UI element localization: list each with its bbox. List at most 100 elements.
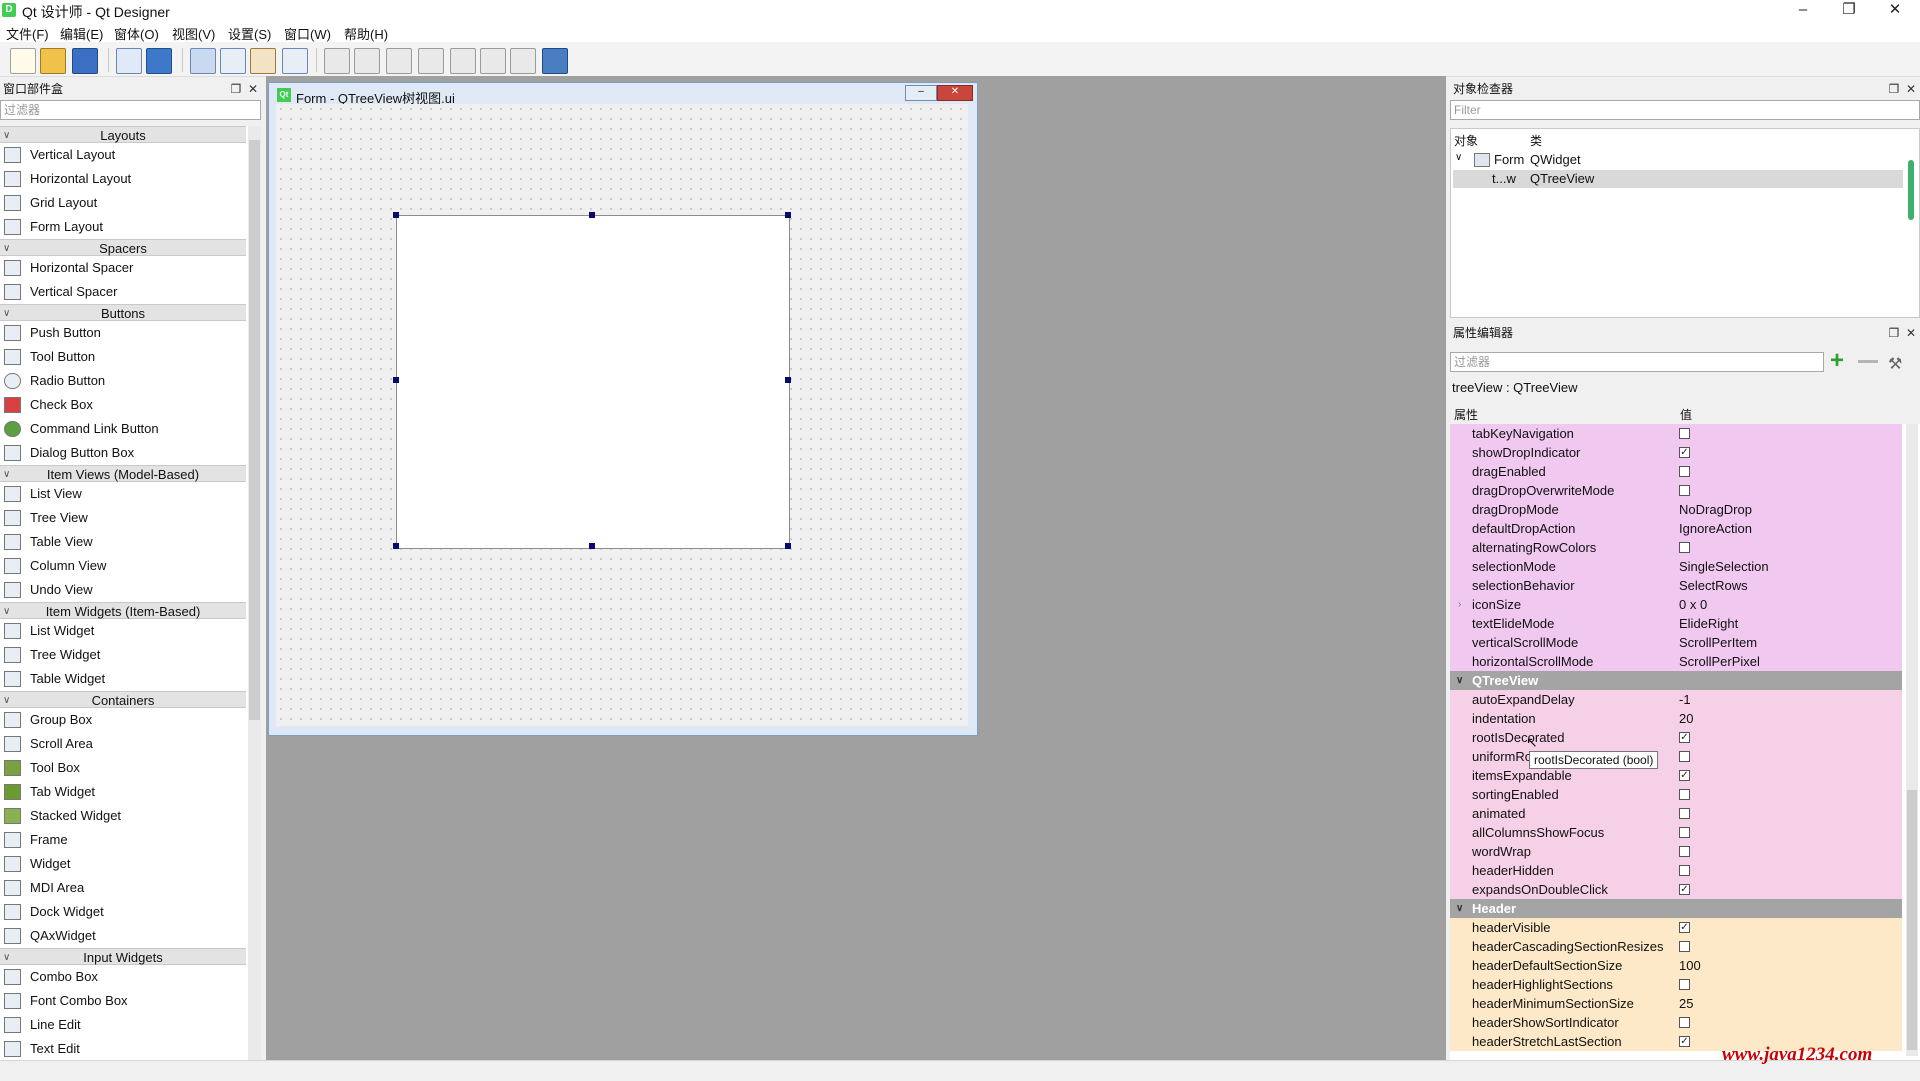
category-buttons[interactable]: ∨ Buttons	[0, 304, 246, 321]
object-row-name[interactable]: t...w	[1492, 171, 1516, 186]
widget-table-view[interactable]: Table View	[0, 530, 246, 554]
layout-vertical-icon[interactable]	[354, 48, 380, 74]
widget-vertical-spacer[interactable]: Vertical Spacer	[0, 280, 246, 304]
resize-handle[interactable]	[393, 377, 399, 383]
checkbox-unchecked[interactable]	[1679, 865, 1690, 876]
resize-handle[interactable]	[785, 543, 791, 549]
checkbox-checked[interactable]: ✓	[1679, 884, 1690, 895]
minimize-icon[interactable]: –	[1780, 0, 1826, 22]
object-row-name[interactable]: Form	[1494, 152, 1524, 167]
checkbox-unchecked[interactable]	[1679, 979, 1690, 990]
checkbox-unchecked[interactable]	[1679, 827, 1690, 838]
bring-to-front-icon[interactable]	[146, 48, 172, 74]
category-containers[interactable]: ∨ Containers	[0, 691, 246, 708]
property-row[interactable]: allColumnsShowFocus	[1450, 823, 1902, 842]
property-row[interactable]: dragEnabled	[1450, 462, 1902, 481]
object-row-selected[interactable]	[1453, 170, 1903, 188]
property-scroll-thumb[interactable]	[1907, 790, 1917, 1050]
resize-handle[interactable]	[785, 377, 791, 383]
form-close-icon[interactable]: ✕	[937, 85, 973, 101]
property-row[interactable]: horizontalScrollMode ScrollPerPixel	[1450, 652, 1902, 671]
col-class-header[interactable]: 类	[1530, 132, 1542, 149]
property-row[interactable]: defaultDropAction IgnoreAction	[1450, 519, 1902, 538]
property-row[interactable]: autoExpandDelay -1	[1450, 690, 1902, 709]
widget-box-scroll-thumb[interactable]	[249, 140, 260, 720]
widget-push-button[interactable]: Push Button	[0, 321, 246, 345]
widget-undo-view[interactable]: Undo View	[0, 578, 246, 602]
widget-group-box[interactable]: Group Box	[0, 708, 246, 732]
resize-handle[interactable]	[393, 212, 399, 218]
menu-settings[interactable]: 设置(S)	[228, 24, 271, 43]
dock-float-close-icon[interactable]: ❐ ✕	[231, 80, 258, 98]
widget-tree-widget[interactable]: Tree Widget	[0, 643, 246, 667]
widget-table-widget[interactable]: Table Widget	[0, 667, 246, 691]
menu-edit[interactable]: 编辑(E)	[60, 24, 103, 43]
adjust-size-icon[interactable]	[542, 48, 568, 74]
object-tree-scroll-thumb[interactable]	[1908, 160, 1914, 220]
send-to-back-icon[interactable]	[116, 48, 142, 74]
property-row[interactable]: headerVisible ✓	[1450, 918, 1902, 937]
widget-grid-layout[interactable]: Grid Layout	[0, 191, 246, 215]
edit-widgets-icon[interactable]	[190, 48, 216, 74]
dock-float-close-icon[interactable]: ❐ ✕	[1889, 324, 1916, 342]
checkbox-unchecked[interactable]	[1679, 466, 1690, 477]
edit-tab-order-icon[interactable]	[282, 48, 308, 74]
widget-horizontal-layout[interactable]: Horizontal Layout	[0, 167, 246, 191]
add-property-icon[interactable]: +	[1830, 349, 1850, 373]
widget-stacked-widget[interactable]: Stacked Widget	[0, 804, 246, 828]
widget-qaxwidget[interactable]: QAxWidget	[0, 924, 246, 948]
widget-combo-box[interactable]: Combo Box	[0, 965, 246, 989]
chevron-down-icon[interactable]: ∨	[1455, 152, 1462, 163]
form-minimize-icon[interactable]: –	[905, 85, 937, 101]
category-item-widgets[interactable]: ∨ Item Widgets (Item-Based)	[0, 602, 246, 619]
edit-buddies-icon[interactable]	[250, 48, 276, 74]
col-property-header[interactable]: 属性	[1454, 406, 1478, 423]
property-row[interactable]: selectionBehavior SelectRows	[1450, 576, 1902, 595]
property-row[interactable]: dragDropMode NoDragDrop	[1450, 500, 1902, 519]
property-row[interactable]: wordWrap	[1450, 842, 1902, 861]
resize-handle[interactable]	[589, 212, 595, 218]
widget-horizontal-spacer[interactable]: Horizontal Spacer	[0, 256, 246, 280]
resize-handle[interactable]	[589, 543, 595, 549]
widget-scroll-area[interactable]: Scroll Area	[0, 732, 246, 756]
property-row[interactable]: textElideMode ElideRight	[1450, 614, 1902, 633]
checkbox-unchecked[interactable]	[1679, 941, 1690, 952]
property-row[interactable]: headerMinimumSectionSize 25	[1450, 994, 1902, 1013]
property-row[interactable]: headerCascadingSectionResizes	[1450, 937, 1902, 956]
checkbox-unchecked[interactable]	[1679, 1017, 1690, 1028]
widget-tab-widget[interactable]: Tab Widget	[0, 780, 246, 804]
resize-handle[interactable]	[393, 543, 399, 549]
category-spacers[interactable]: ∨ Spacers	[0, 239, 246, 256]
menu-file[interactable]: 文件(F)	[6, 24, 49, 43]
widget-vertical-layout[interactable]: Vertical Layout	[0, 143, 246, 167]
restore-icon[interactable]: ❐	[1826, 0, 1872, 22]
col-value-header[interactable]: 值	[1680, 406, 1692, 423]
layout-horizontal-icon[interactable]	[324, 48, 350, 74]
widget-line-edit[interactable]: Line Edit	[0, 1013, 246, 1037]
widget-dialog-button-box[interactable]: Dialog Button Box	[0, 441, 246, 465]
remove-property-icon[interactable]	[1858, 360, 1878, 363]
widget-dock-widget[interactable]: Dock Widget	[0, 900, 246, 924]
object-row-class[interactable]: QTreeView	[1530, 171, 1594, 186]
tree-view-widget[interactable]	[396, 215, 790, 549]
property-row[interactable]: tabKeyNavigation	[1450, 424, 1902, 443]
widget-tool-button[interactable]: Tool Button	[0, 345, 246, 369]
menu-window[interactable]: 窗口(W)	[284, 24, 331, 43]
chevron-down-icon[interactable]: ∨	[1456, 671, 1463, 690]
widget-radio-button[interactable]: Radio Button	[0, 369, 246, 393]
open-folder-icon[interactable]	[40, 48, 66, 74]
checkbox-checked[interactable]: ✓	[1679, 1036, 1690, 1047]
widget-text-edit[interactable]: Text Edit	[0, 1037, 246, 1060]
break-layout-icon[interactable]	[510, 48, 536, 74]
checkbox-checked[interactable]: ✓	[1679, 770, 1690, 781]
property-row[interactable]: alternatingRowColors	[1450, 538, 1902, 557]
checkbox-unchecked[interactable]	[1679, 808, 1690, 819]
checkbox-unchecked[interactable]	[1679, 789, 1690, 800]
widget-list-view[interactable]: List View	[0, 482, 246, 506]
category-input-widgets[interactable]: ∨ Input Widgets	[0, 948, 246, 965]
object-filter-input[interactable]: Filter	[1450, 100, 1920, 120]
chevron-right-icon[interactable]: ›	[1458, 595, 1461, 614]
object-row-class[interactable]: QWidget	[1530, 152, 1581, 167]
chevron-down-icon[interactable]: ∨	[1456, 899, 1463, 918]
col-object-header[interactable]: 对象	[1454, 132, 1478, 149]
